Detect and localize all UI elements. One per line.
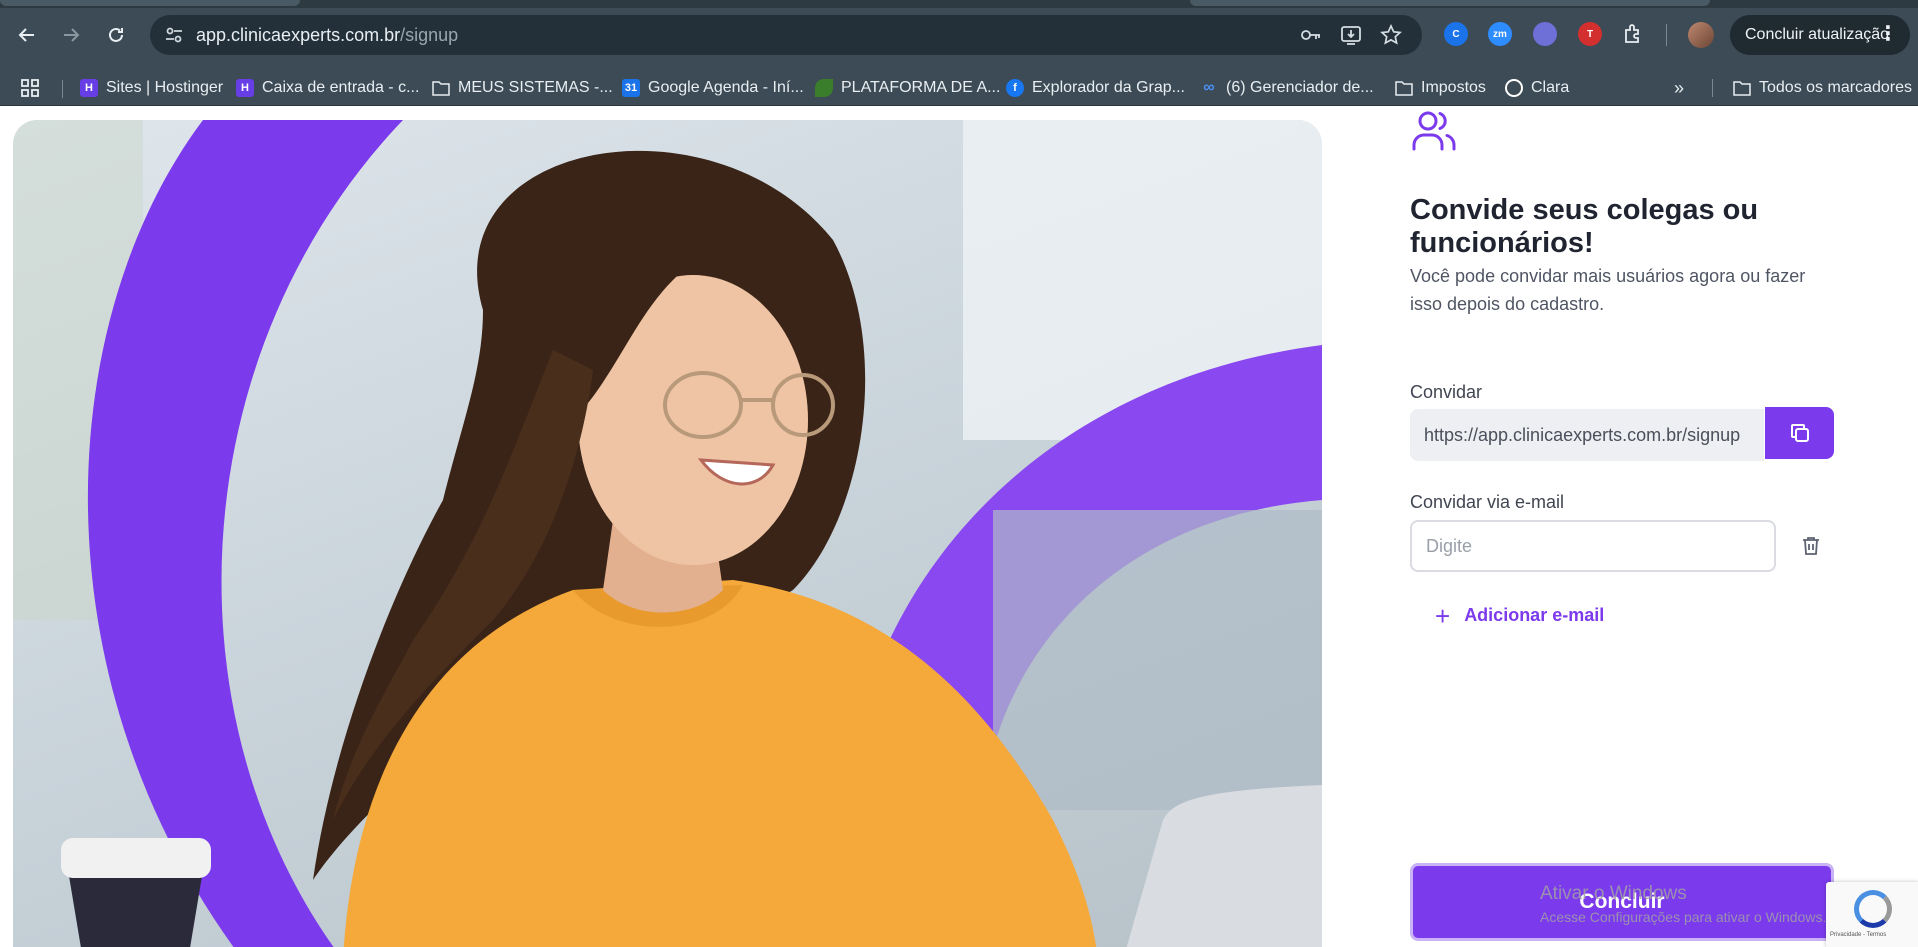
recaptcha-badge[interactable]: Privacidade - Termos xyxy=(1826,882,1918,947)
overflow-chevron-icon: » xyxy=(1674,77,1685,98)
invite-link-value: https://app.clinicaexperts.com.br/signup xyxy=(1424,424,1741,445)
add-email-label: Adicionar e-mail xyxy=(1464,605,1605,625)
bookmark-star-icon[interactable] xyxy=(1380,24,1402,46)
extension-c-icon[interactable]: C xyxy=(1444,22,1468,46)
extension-zoom-label: zm xyxy=(1493,28,1507,40)
copy-link-button[interactable] xyxy=(1765,407,1834,459)
site-settings-icon[interactable] xyxy=(164,25,184,45)
leaf-icon xyxy=(815,79,833,97)
all-bookmarks-button[interactable]: Todos os marcadores xyxy=(1733,70,1912,106)
extension-c-label: C xyxy=(1452,28,1460,40)
invite-email-label: Convidar via e-mail xyxy=(1410,492,1565,512)
bookmark-label: Impostos xyxy=(1421,79,1486,96)
invite-email-input[interactable] xyxy=(1410,520,1776,572)
copy-icon xyxy=(1790,424,1809,442)
forward-button[interactable] xyxy=(54,18,88,52)
url-host: app.clinicaexperts.com.br xyxy=(196,25,401,45)
tab-strip xyxy=(0,0,300,6)
folder-icon xyxy=(1733,79,1751,97)
address-bar[interactable]: app.clinicaexperts.com.br/signup xyxy=(150,15,1422,55)
page-title: Convide seus colegas ou funcionários! xyxy=(1410,194,1759,259)
recaptcha-logo-icon xyxy=(1854,890,1892,928)
bookmark-label: MEUS SISTEMAS -... xyxy=(458,79,613,96)
extensions-puzzle-icon[interactable] xyxy=(1622,22,1646,46)
invite-link-label: Convidar xyxy=(1410,382,1483,402)
bookmark-meus-sistemas[interactable]: MEUS SISTEMAS -... xyxy=(432,70,613,106)
bookmark-google-agenda[interactable]: 31 Google Agenda - Iní... xyxy=(622,70,804,106)
update-button-label: Concluir atualização xyxy=(1745,26,1890,43)
clara-icon xyxy=(1505,79,1523,97)
bookmark-clara[interactable]: Clara xyxy=(1505,70,1569,106)
users-icon xyxy=(1412,111,1456,151)
meta-icon: ∞ xyxy=(1203,79,1215,96)
windows-activation-watermark: Ativar o Windows Acesse Configurações pa… xyxy=(1540,883,1826,925)
extension-t-label: T xyxy=(1586,28,1594,40)
all-bookmarks-label: Todos os marcadores xyxy=(1759,79,1912,96)
bookmark-plataforma[interactable]: PLATAFORMA DE A... xyxy=(815,70,1000,106)
hostinger-icon: H xyxy=(80,79,98,97)
plus-icon: + xyxy=(1435,600,1451,631)
recaptcha-terms: Privacidade - Termos xyxy=(1830,932,1887,938)
kebab-menu-icon[interactable]: ⋮ xyxy=(1878,24,1898,44)
arrow-left-icon xyxy=(18,28,34,42)
bookmark-label: PLATAFORMA DE A... xyxy=(841,79,1001,96)
hero-image xyxy=(13,120,1322,947)
bookmark-label: Caixa de entrada - c... xyxy=(262,79,420,96)
folder-icon xyxy=(1395,79,1413,97)
browser-toolbar: app.clinicaexperts.com.br/signup C zm T … xyxy=(0,0,1918,70)
watermark-text: Acesse Configurações para ativar o Windo… xyxy=(1540,909,1827,925)
extension-t-icon[interactable]: T xyxy=(1578,22,1602,46)
bookmarks-separator xyxy=(62,80,63,98)
reload-button[interactable] xyxy=(99,18,133,52)
bookmark-hostinger[interactable]: H Sites | Hostinger xyxy=(80,70,223,106)
apps-grid-button[interactable] xyxy=(20,70,40,106)
profile-avatar[interactable] xyxy=(1688,22,1714,48)
bookmark-label: Explorador da Grap... xyxy=(1032,79,1185,96)
bookmark-impostos[interactable]: Impostos xyxy=(1395,70,1486,106)
hostinger-icon: H xyxy=(236,79,254,97)
bookmark-label: Sites | Hostinger xyxy=(106,79,224,96)
url-path: /signup xyxy=(400,25,459,45)
invite-link-field[interactable]: https://app.clinicaexperts.com.br/signup xyxy=(1410,409,1764,461)
back-button[interactable] xyxy=(10,18,44,52)
trash-icon[interactable] xyxy=(1800,535,1822,557)
bookmark-label: Clara xyxy=(1531,79,1570,96)
folder-icon xyxy=(432,79,450,97)
facebook-icon: f xyxy=(1006,79,1024,97)
watermark-title: Ativar o Windows xyxy=(1540,883,1687,904)
bookmark-graph-explorer[interactable]: f Explorador da Grap... xyxy=(1006,70,1185,106)
bookmark-label: Google Agenda - Iní... xyxy=(648,79,804,96)
url-text: app.clinicaexperts.com.br/signup xyxy=(196,25,458,46)
toolbar-divider xyxy=(1666,24,1667,46)
key-icon[interactable] xyxy=(1300,24,1322,46)
arrow-right-icon xyxy=(64,28,80,42)
bookmarks-bar: H Sites | Hostinger H Caixa de entrada - c… xyxy=(0,70,1918,106)
hero-illustration xyxy=(13,120,1322,947)
bookmarks-divider xyxy=(1712,79,1713,97)
invite-panel: Convide seus colegas ou funcionários! Vo… xyxy=(1410,107,1860,947)
extension-glasses-icon[interactable] xyxy=(1533,22,1557,46)
update-button[interactable]: Concluir atualização ⋮ xyxy=(1730,15,1910,55)
tab-strip xyxy=(1190,0,1710,6)
extension-zoom-icon[interactable]: zm xyxy=(1488,22,1512,46)
bookmark-label: (6) Gerenciador de... xyxy=(1226,79,1374,96)
page-subtitle: Você pode convidar mais usuários agora o… xyxy=(1410,266,1806,314)
apps-grid-icon xyxy=(21,79,39,97)
install-app-icon[interactable] xyxy=(1340,24,1362,46)
reload-icon xyxy=(109,27,123,42)
add-email-button[interactable]: + Adicionar e-mail xyxy=(1435,600,1605,631)
bookmark-gerenciador[interactable]: ∞ (6) Gerenciador de... xyxy=(1200,70,1374,106)
bookmark-inbox[interactable]: H Caixa de entrada - c... xyxy=(236,70,419,106)
bookmarks-overflow-button[interactable]: » xyxy=(1674,70,1684,106)
calendar-icon: 31 xyxy=(622,79,640,97)
signup-page: Convide seus colegas ou funcionários! Vo… xyxy=(0,107,1918,947)
